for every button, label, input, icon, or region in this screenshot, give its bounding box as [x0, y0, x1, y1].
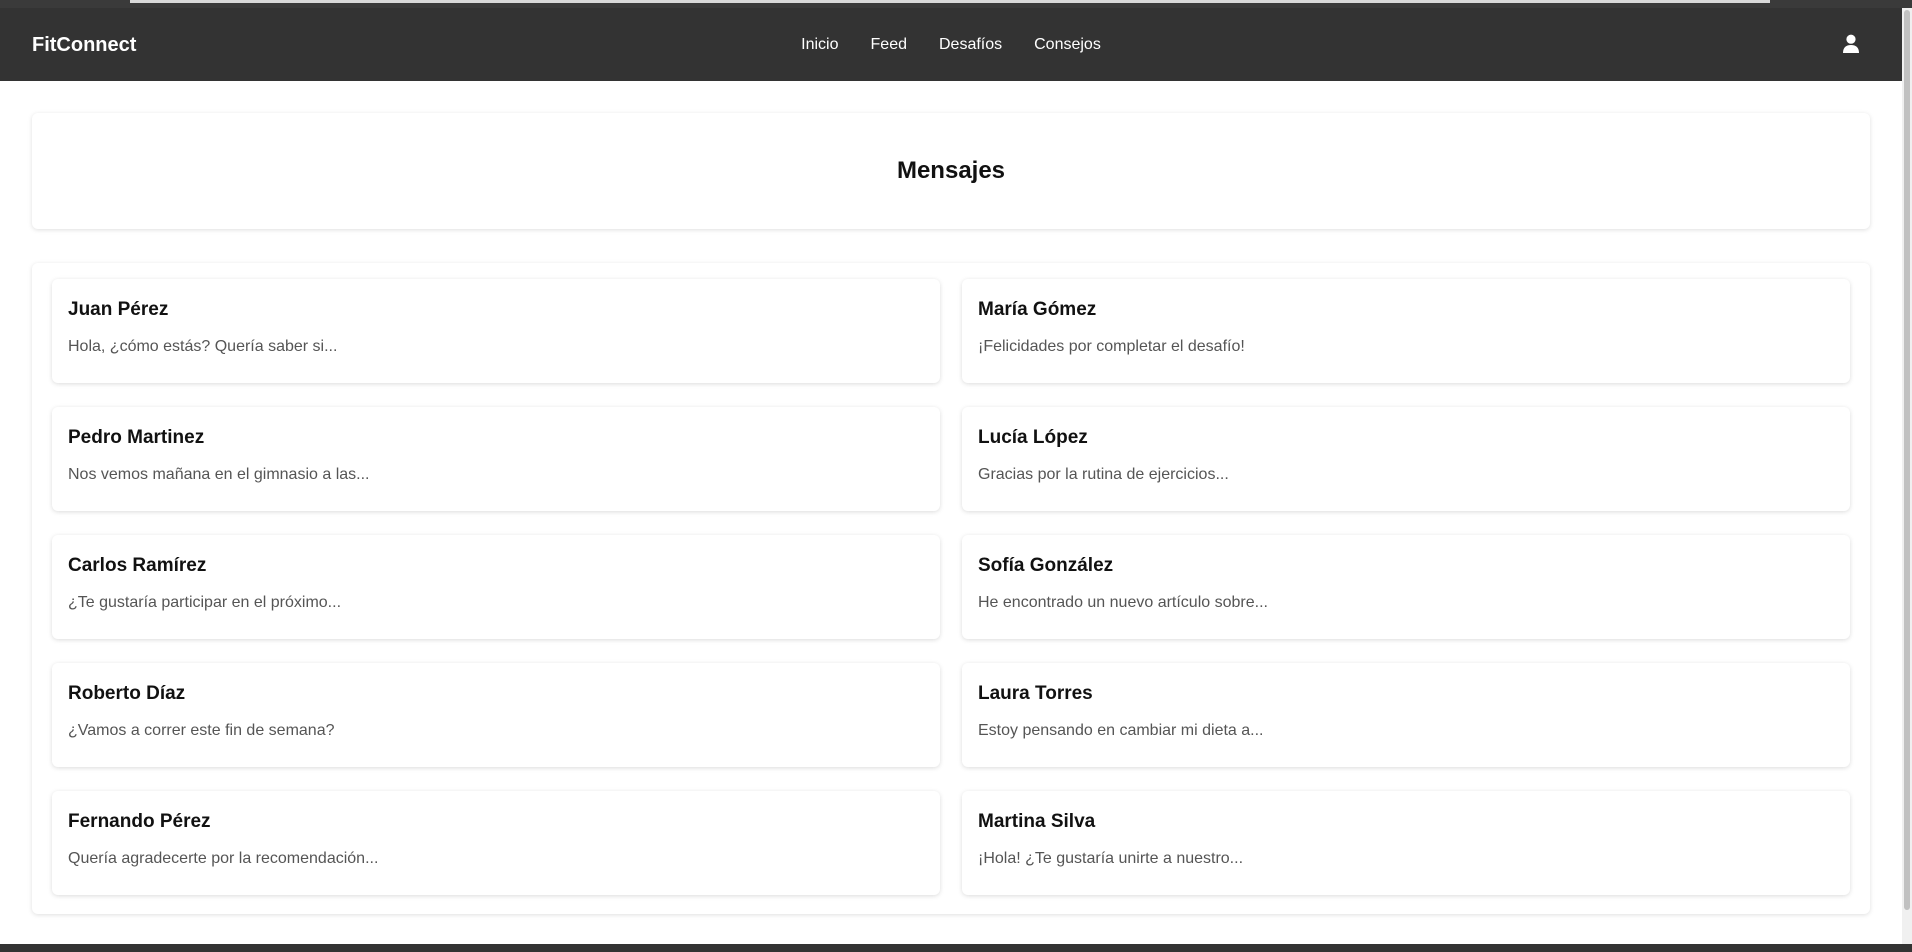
message-preview: Estoy pensando en cambiar mi dieta a... — [978, 722, 1264, 739]
message-preview: ¿Vamos a correr este fin de semana? — [68, 722, 335, 739]
browser-address-strip — [130, 0, 1770, 3]
message-item[interactable]: Fernando Pérez Quería agradecerte por la… — [52, 791, 940, 895]
browser-chrome — [0, 0, 1912, 8]
page-header-card: Mensajes — [32, 113, 1870, 229]
page-title: Mensajes — [896, 157, 1006, 184]
message-sender: Fernando Pérez — [68, 811, 211, 832]
brand-logo[interactable]: FitConnect — [32, 34, 136, 57]
nav-links: Inicio Feed Desafíos Consejos — [0, 8, 1902, 81]
message-preview: He encontrado un nuevo artículo sobre... — [978, 594, 1268, 611]
message-item[interactable]: Juan Pérez Hola, ¿cómo estás? Quería sab… — [52, 279, 940, 383]
message-sender: Martina Silva — [978, 811, 1096, 832]
message-preview: Hola, ¿cómo estás? Quería saber si... — [68, 338, 338, 355]
message-preview: Nos vemos mañana en el gimnasio a las... — [68, 466, 370, 483]
message-item[interactable]: Roberto Díaz ¿Vamos a correr este fin de… — [52, 663, 940, 767]
message-sender: Laura Torres — [978, 683, 1093, 704]
message-sender: Juan Pérez — [68, 299, 169, 320]
message-item[interactable]: Carlos Ramírez ¿Te gustaría participar e… — [52, 535, 940, 639]
message-sender: Carlos Ramírez — [68, 555, 207, 576]
message-sender: Pedro Martinez — [68, 427, 205, 448]
message-item[interactable]: Lucía López Gracias por la rutina de eje… — [962, 407, 1850, 511]
message-preview: ¿Te gustaría participar en el próximo... — [68, 594, 342, 611]
main-content: Mensajes Juan Pérez Hola, ¿cómo estás? Q… — [0, 81, 1902, 944]
message-item[interactable]: María Gómez ¡Felicidades por completar e… — [962, 279, 1850, 383]
messages-panel: Juan Pérez Hola, ¿cómo estás? Quería sab… — [32, 263, 1870, 914]
message-preview: Gracias por la rutina de ejercicios... — [978, 466, 1229, 483]
message-preview: Quería agradecerte por la recomendación.… — [68, 850, 379, 867]
message-sender: Sofía González — [978, 555, 1114, 576]
message-preview: ¡Hola! ¿Te gustaría unirte a nuestro... — [978, 850, 1244, 867]
top-navbar: FitConnect Inicio Feed Desafíos Consejos — [0, 8, 1902, 81]
message-item[interactable]: Pedro Martinez Nos vemos mañana en el gi… — [52, 407, 940, 511]
message-sender: María Gómez — [978, 299, 1097, 320]
message-item[interactable]: Martina Silva ¡Hola! ¿Te gustaría unirte… — [962, 791, 1850, 895]
page-footer-strip — [0, 944, 1912, 952]
message-preview: ¡Felicidades por completar el desafío! — [978, 338, 1245, 355]
message-sender: Lucía López — [978, 427, 1088, 448]
message-item[interactable]: Sofía González He encontrado un nuevo ar… — [962, 535, 1850, 639]
nav-link-consejos[interactable]: Consejos — [1034, 36, 1101, 54]
scrollbar-thumb[interactable] — [1904, 10, 1910, 910]
page-scrollbar[interactable] — [1902, 8, 1912, 944]
nav-link-feed[interactable]: Feed — [871, 36, 907, 54]
messages-grid: Juan Pérez Hola, ¿cómo estás? Quería sab… — [52, 279, 1850, 895]
message-item[interactable]: Laura Torres Estoy pensando en cambiar m… — [962, 663, 1850, 767]
user-icon[interactable] — [1842, 34, 1860, 54]
message-sender: Roberto Díaz — [68, 683, 186, 704]
nav-link-inicio[interactable]: Inicio — [801, 36, 838, 54]
nav-link-desafios[interactable]: Desafíos — [939, 36, 1002, 54]
